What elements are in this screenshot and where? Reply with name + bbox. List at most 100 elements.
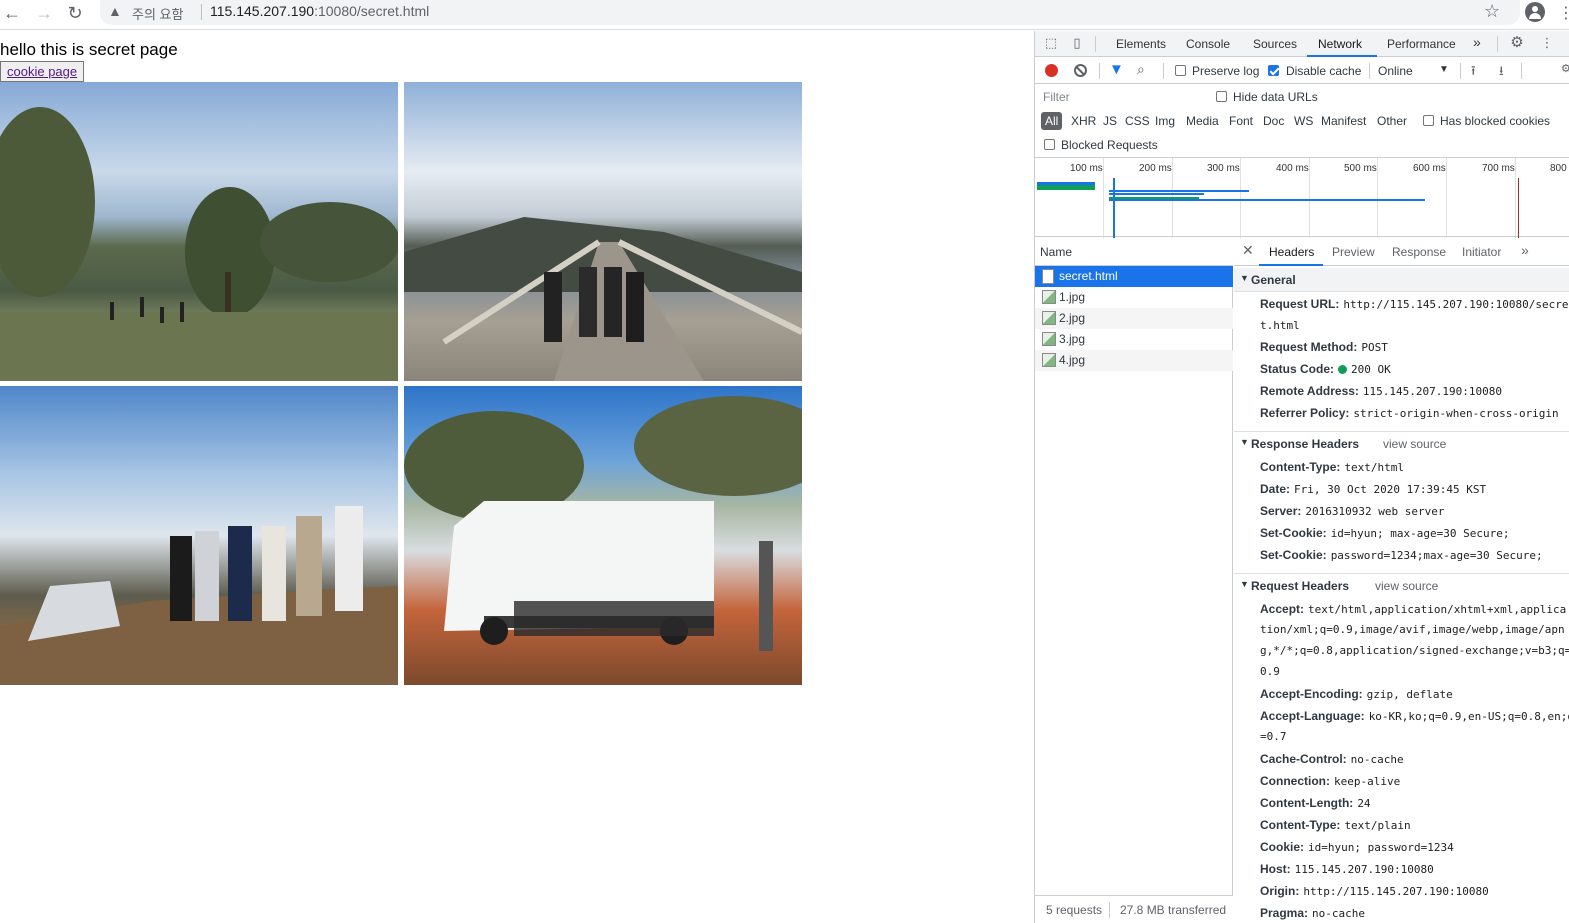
request-header-row: Content-Length: 24 [1260,796,1371,810]
general-section-header[interactable]: ▼ General [1234,268,1569,292]
cookie-page-button[interactable]: cookie page [0,61,85,82]
request-header-row: Origin: http://115.145.207.190:10080 [1260,884,1489,898]
tab-performance[interactable]: Performance [1387,37,1456,51]
tab-response[interactable]: Response [1392,245,1446,259]
inspect-element-icon[interactable]: ⬚ [1043,35,1059,51]
photo-pier-walkway [404,82,802,381]
filter-input[interactable]: Filter [1039,88,1203,106]
type-filter-manifest[interactable]: Manifest [1317,112,1370,130]
url-text[interactable]: 115.145.207.190:10080/secret.html [210,3,429,19]
request-view-source-link[interactable]: view source [1375,579,1438,593]
settings-gear-icon[interactable]: ⚙ [1509,35,1525,51]
toolbar-divider [1460,63,1461,79]
tab-initiator[interactable]: Initiator [1462,245,1501,259]
tab-network[interactable]: Network [1318,37,1362,51]
clear-icon[interactable] [1074,64,1087,77]
forward-arrow-icon[interactable]: → [32,2,56,24]
throttling-dropdown-icon[interactable]: ▼ [1439,64,1449,75]
blocked-requests-checkbox[interactable] [1044,139,1055,150]
request-count: 5 requests [1046,903,1103,917]
timeline-label: 600 ms [1413,163,1446,174]
hide-data-urls-label: Hide data URLs [1233,90,1318,104]
filter-funnel-icon[interactable]: ▼ [1109,61,1124,78]
devtools-main-toolbar: ⬚ ▯ Elements Console Sources Network Per… [1035,31,1569,57]
profile-avatar-icon[interactable] [1525,2,1545,22]
address-bar[interactable]: ▲ 주의 요함 115.145.207.190:10080/secret.htm… [100,0,1520,25]
load-marker [1518,178,1519,238]
type-filter-xhr[interactable]: XHR [1067,112,1100,130]
export-har-icon[interactable]: ⭳ [1499,62,1504,84]
request-name: 4.jpg [1059,353,1086,367]
toolbar-divider [1521,63,1522,79]
type-filter-img[interactable]: Img [1151,112,1179,130]
devtools-panel: ⬚ ▯ Elements Console Sources Network Per… [1034,31,1569,923]
has-blocked-cookies-label: Has blocked cookies [1440,114,1551,128]
filter-placeholder: Filter [1043,90,1070,104]
more-detail-tabs-icon[interactable]: » [1521,242,1529,258]
network-summary-bar: 5 requests 27.8 MB transferred [1035,895,1233,923]
response-view-source-link[interactable]: view source [1383,437,1446,451]
transferred-size: 27.8 MB transferred [1120,903,1227,917]
timeline-label: 500 ms [1344,163,1377,174]
record-icon[interactable] [1045,64,1058,77]
status-ok-dot-icon [1338,365,1348,374]
request-list-panel: Name secret.html 1.jpg 2.jpg 3.jpg 4.jpg… [1035,238,1233,923]
details-tab-bar: ✕ Headers Preview Response Initiator » [1234,238,1569,266]
disable-cache-checkbox[interactable] [1268,65,1279,76]
more-tabs-icon[interactable]: » [1473,34,1481,50]
type-filter-font[interactable]: Font [1225,112,1257,130]
photo-lake-park [0,82,398,381]
throttling-select[interactable]: Online [1378,64,1413,78]
network-timeline-overview[interactable]: 100 ms 200 ms 300 ms 400 ms 500 ms 600 m… [1035,157,1569,238]
request-row-4-jpg[interactable]: 4.jpg [1035,350,1233,371]
name-column-header[interactable]: Name [1035,238,1233,266]
tab-preview[interactable]: Preview [1332,245,1375,259]
browser-toolbar: ← → ↻ ▲ 주의 요함 115.145.207.190:10080/secr… [0,0,1569,30]
type-filter-js[interactable]: JS [1099,112,1121,130]
type-filter-all[interactable]: All [1041,112,1063,130]
type-filter-doc[interactable]: Doc [1259,112,1288,130]
tab-sources[interactable]: Sources [1253,37,1297,51]
request-row-2-jpg[interactable]: 2.jpg [1035,308,1233,329]
devtools-menu-icon[interactable]: ⋮ [1539,35,1555,51]
warning-triangle-icon[interactable]: ▲ [108,3,122,19]
request-url-row-continued: t.html [1260,319,1300,332]
toolbar-divider [1369,63,1370,79]
type-filter-other[interactable]: Other [1373,112,1411,130]
tab-headers[interactable]: Headers [1269,245,1314,259]
response-header-row: Set-Cookie: id=hyun; max-age=30 Secure; [1260,526,1510,540]
type-filter-media[interactable]: Media [1182,112,1223,130]
request-header-row: Pragma: no-cache [1260,906,1366,920]
request-headers-section-header[interactable]: ▼ Request Headers view source [1234,573,1569,597]
bookmark-star-icon[interactable]: ☆ [1484,1,1500,22]
preserve-log-checkbox[interactable] [1175,65,1186,76]
tab-elements[interactable]: Elements [1116,37,1166,51]
request-header-accept-continued: tion/xml;q=0.9,image/avif,image/webp,ima… [1260,623,1565,636]
timeline-label: 700 ms [1482,163,1515,174]
type-filter-css[interactable]: CSS [1121,112,1154,130]
reload-icon[interactable]: ↻ [63,2,87,24]
timeline-bar-image [1109,193,1204,195]
request-row-secret-html[interactable]: secret.html [1035,266,1233,287]
tab-console[interactable]: Console [1186,37,1230,51]
request-row-3-jpg[interactable]: 3.jpg [1035,329,1233,350]
timeline-label: 300 ms [1207,163,1240,174]
collapse-triangle-icon: ▼ [1240,579,1249,589]
browser-menu-icon[interactable]: ⋮ [1558,3,1569,23]
request-header-accept-row: Accept: text/html,application/xhtml+xml,a… [1260,602,1567,616]
hide-data-urls-checkbox[interactable] [1216,91,1227,102]
network-settings-icon[interactable]: ⚙ [1561,62,1569,75]
image-file-icon [1042,353,1056,367]
has-blocked-cookies-checkbox[interactable] [1423,115,1434,126]
device-toolbar-icon[interactable]: ▯ [1069,35,1085,51]
search-icon[interactable]: ⌕ [1137,61,1145,78]
response-headers-section-header[interactable]: ▼ Response Headers view source [1234,431,1569,455]
type-filter-ws[interactable]: WS [1290,112,1317,130]
import-har-icon[interactable]: ⭱ [1471,62,1476,84]
request-row-1-jpg[interactable]: 1.jpg [1035,287,1233,308]
response-header-row: Content-Type: text/html [1260,460,1405,474]
close-details-icon[interactable]: ✕ [1242,242,1254,259]
request-header-row: Cookie: id=hyun; password=1234 [1260,840,1454,854]
security-label[interactable]: 주의 요함 [132,4,183,23]
back-arrow-icon[interactable]: ← [0,2,24,24]
